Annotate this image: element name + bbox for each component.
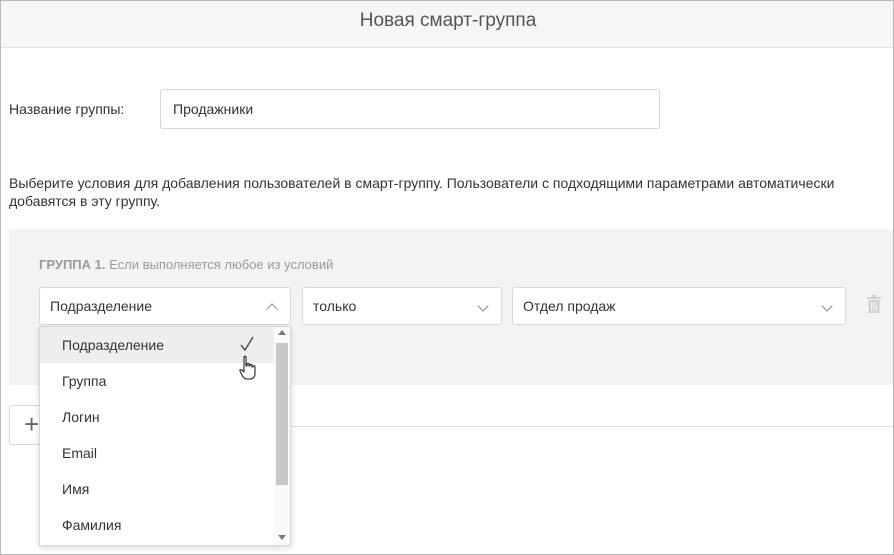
scrollbar-thumb[interactable]: [276, 343, 288, 485]
scroll-down-arrow-icon[interactable]: [278, 535, 286, 540]
chevron-up-icon: [266, 303, 278, 315]
dropdown-item[interactable]: Имя: [40, 471, 276, 507]
dropdown-item-label: Логин: [62, 409, 100, 425]
chevron-down-icon: [477, 300, 489, 312]
dialog-title: Новая смарт-группа: [359, 10, 537, 31]
operator-select-value: только: [313, 298, 357, 314]
group-number: ГРУППА 1.: [39, 257, 106, 272]
scroll-up-arrow-icon[interactable]: [278, 330, 286, 335]
dropdown-item[interactable]: Email: [40, 435, 276, 471]
group-name-label: Название группы:: [9, 101, 125, 117]
group-name-input[interactable]: [160, 89, 660, 129]
conditions-description: Выберите условия для добавления пользова…: [9, 175, 835, 209]
dropdown-item-label: Имя: [62, 481, 90, 497]
value-select[interactable]: Отдел продаж: [512, 287, 846, 325]
value-select-value: Отдел продаж: [523, 298, 616, 314]
dropdown-item-label: Email: [62, 445, 98, 461]
dropdown-item[interactable]: Фамилия: [40, 507, 276, 543]
dropdown-item-label: Подразделение: [62, 337, 165, 353]
dropdown-item[interactable]: Логин: [40, 399, 276, 435]
field-select-value: Подразделение: [50, 298, 153, 314]
dropdown-item-label: Фамилия: [62, 517, 122, 533]
hand-cursor-icon: [239, 355, 256, 380]
trash-icon[interactable]: [867, 295, 881, 313]
chevron-down-icon: [821, 300, 833, 312]
group-rule: Если выполняется любое из условий: [109, 257, 334, 272]
dropdown-item-label: Группа: [62, 373, 107, 389]
smart-group-dialog: Новая смарт-группа Название группы: Выбе…: [0, 0, 894, 555]
condition-group-title: ГРУППА 1. Если выполняется любое из усло…: [39, 257, 333, 272]
operator-select[interactable]: только: [302, 287, 502, 325]
checkmark-icon: [240, 336, 254, 352]
dialog-header: Новая смарт-группа: [1, 1, 893, 48]
dropdown-scrollbar[interactable]: [274, 327, 290, 545]
field-select[interactable]: Подразделение: [39, 287, 291, 325]
